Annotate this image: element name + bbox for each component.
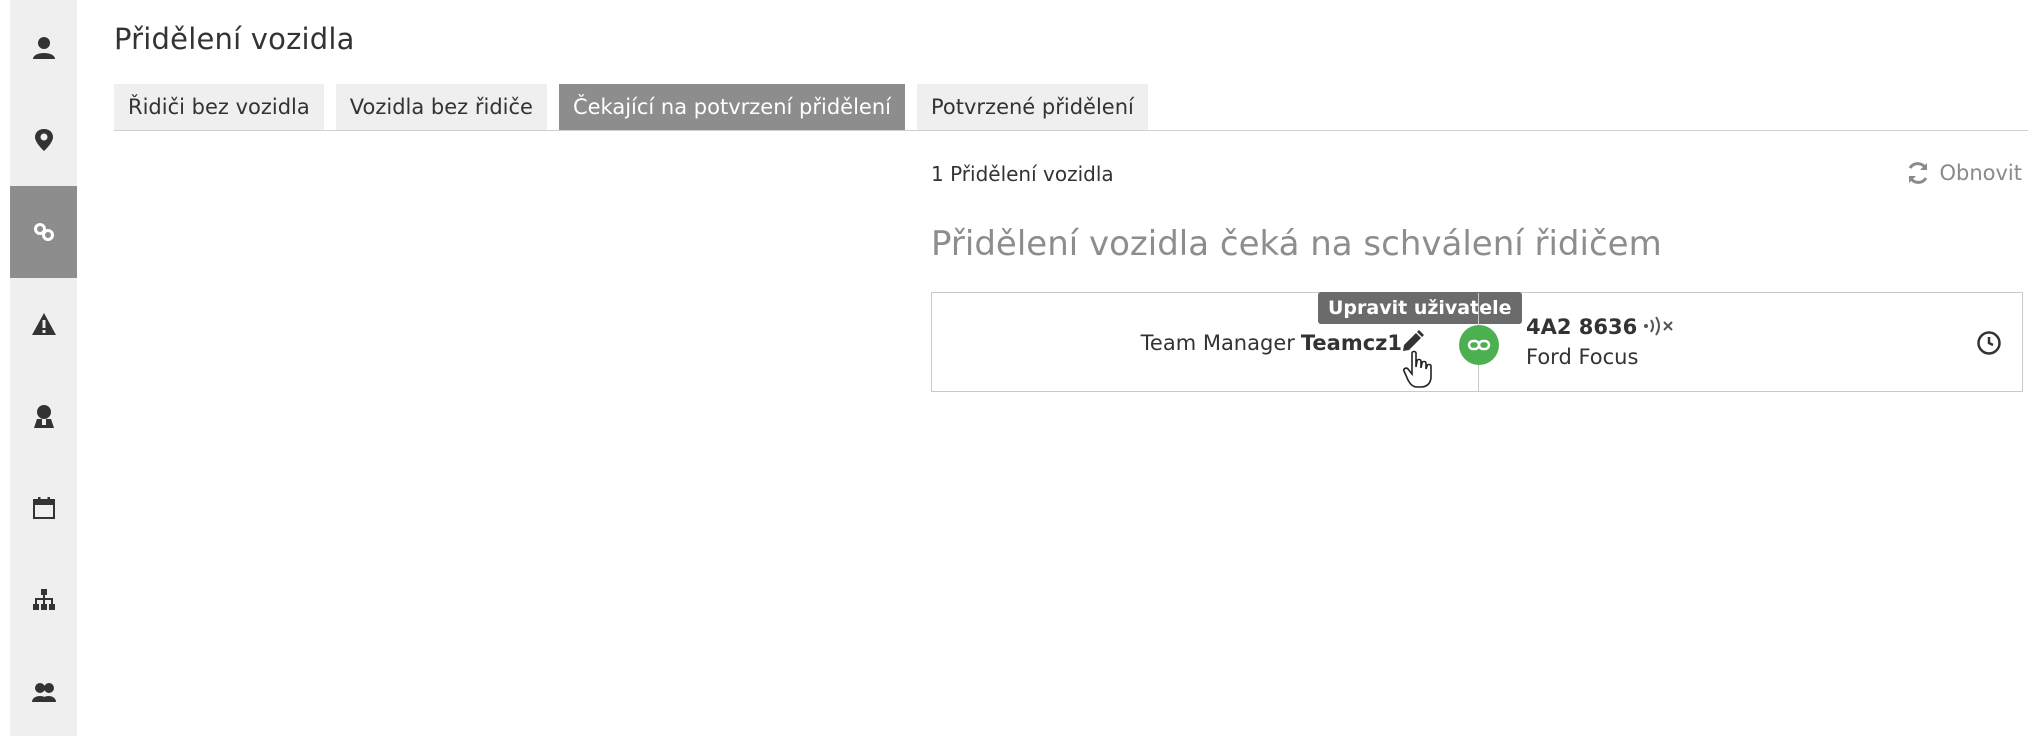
sidebar-item-calendar[interactable]: [10, 462, 77, 554]
vehicle-model: Ford Focus: [1526, 345, 1639, 369]
hand-cursor-icon: [1403, 350, 1432, 388]
sidebar-item-profile[interactable]: [10, 2, 77, 94]
location-pin-icon: [34, 129, 53, 151]
hierarchy-icon: [32, 589, 55, 610]
sidebar-item-organization[interactable]: [10, 554, 77, 646]
driver-role: Team Manager: [1140, 331, 1295, 355]
person-icon: [32, 37, 55, 59]
warning-icon: [31, 313, 56, 335]
page-title: Přidělení vozidla: [114, 22, 355, 56]
section-title: Přidělení vozidla čeká na schválení řidi…: [931, 224, 1662, 264]
sidebar-item-locations[interactable]: [10, 94, 77, 186]
assignment-link-badge: [1459, 325, 1499, 365]
sidebar-item-assignments[interactable]: [10, 186, 77, 278]
group-icon: [31, 683, 56, 702]
tabs-divider: [114, 130, 2028, 131]
clock-icon[interactable]: [1976, 330, 2002, 356]
sidebar-item-groups[interactable]: [10, 646, 77, 736]
tab-drivers-without-vehicle[interactable]: Řidiči bez vozidla: [114, 84, 324, 130]
link-icon: [33, 223, 54, 241]
refresh-button[interactable]: Obnovit: [1905, 160, 2022, 186]
tab-vehicles-without-driver[interactable]: Vozidla bez řidiče: [335, 84, 547, 130]
edit-user-tooltip: Upravit uživatele: [1318, 292, 1522, 324]
refresh-label: Obnovit: [1939, 161, 2022, 185]
calendar-icon: [32, 497, 55, 519]
tab-bar: Řidiči bez vozidla Vozidla bez řidiče Če…: [114, 84, 1160, 130]
signal-off-icon: [1644, 316, 1673, 336]
sidebar-item-alerts[interactable]: [10, 278, 77, 370]
refresh-icon: [1909, 162, 1928, 184]
driver-icon: [33, 405, 54, 428]
sidebar: [10, 0, 77, 736]
vehicle-plate: 4A2 8636: [1526, 315, 1638, 339]
driver-name: Teamcz1: [1300, 331, 1402, 355]
sidebar-item-drivers[interactable]: [10, 370, 77, 462]
link-icon: [1467, 339, 1491, 351]
tab-confirmed-assignments[interactable]: Potvrzené přidělení: [916, 84, 1148, 130]
assignment-card: Team Manager Teamcz1 Upravit uživatele 4…: [931, 292, 2023, 392]
tab-pending-confirmation[interactable]: Čekající na potvrzení přidělení: [558, 84, 905, 130]
driver-info: Team Manager Teamcz1: [1141, 331, 1402, 355]
assignment-count: 1 Přidělení vozidla: [931, 162, 1114, 186]
